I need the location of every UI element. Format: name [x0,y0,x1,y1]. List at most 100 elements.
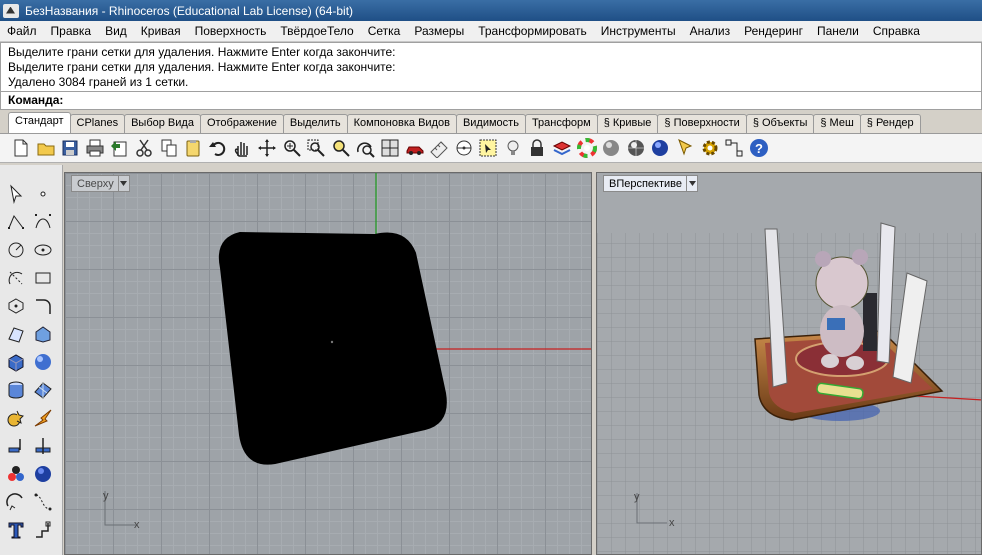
curve-cv-icon[interactable] [32,211,54,233]
tab-display[interactable]: Отображение [199,114,284,133]
blue-sphere-icon[interactable] [649,137,671,159]
menu-panels[interactable]: Панели [810,21,866,41]
snap-grid-icon[interactable] [723,137,745,159]
split-icon[interactable] [32,435,54,457]
text-object-icon[interactable] [5,519,27,541]
tab-set-view[interactable]: Выбор Вида [124,114,201,133]
ellipse-icon[interactable] [32,239,54,261]
settings-gear-icon[interactable] [699,137,721,159]
boolean-union-icon[interactable] [5,407,27,429]
box-icon[interactable] [5,351,27,373]
cut-icon[interactable] [133,137,155,159]
menu-surface[interactable]: Поверхность [188,21,274,41]
tab-render[interactable]: § Рендер [859,114,921,133]
viewport-label-perspective[interactable]: ВПерспективе [603,175,699,192]
circle-icon[interactable] [5,239,27,261]
tab-viewport-layout[interactable]: Компоновка Видов [346,114,457,133]
group-objects-icon[interactable] [5,463,27,485]
save-icon[interactable] [59,137,81,159]
menu-curve[interactable]: Кривая [134,21,188,41]
gumball-icon[interactable] [674,137,696,159]
tab-mesh[interactable]: § Меш [813,114,861,133]
tab-transform[interactable]: Трансформ [524,114,598,133]
select-icon[interactable] [477,137,499,159]
menu-edit[interactable]: Правка [44,21,99,41]
zoom-selected-icon[interactable] [354,137,376,159]
new-icon[interactable] [10,137,32,159]
command-history-line: Выделите грани сетки для удаления. Нажми… [8,45,396,59]
layer-icon[interactable] [551,137,573,159]
axis-widget-top [104,491,137,526]
axis-widget-label-y: y [634,491,640,503]
help-icon[interactable]: ? [748,137,770,159]
copy-icon[interactable] [158,137,180,159]
tab-curves[interactable]: § Кривые [596,114,659,133]
pan-hand-icon[interactable] [231,137,253,159]
blend-curve-icon[interactable] [32,491,54,513]
mesh-object-top[interactable] [218,231,447,465]
perspective-viewport[interactable]: y x ВПерспективе [596,172,982,555]
command-history: Выделите грани сетки для удаления. Нажми… [0,42,982,92]
measure-icon[interactable] [428,137,450,159]
rectangle-icon[interactable] [32,267,54,289]
print-icon[interactable] [84,137,106,159]
point-icon[interactable] [32,183,54,205]
tab-standard[interactable]: Стандарт [8,112,71,133]
menu-analyze[interactable]: Анализ [683,21,738,41]
tab-surfaces[interactable]: § Поверхности [657,114,747,133]
rotate-camera-icon[interactable] [379,137,401,159]
open-icon[interactable] [35,137,57,159]
left-tool-panel [0,165,63,555]
undo-icon[interactable] [207,137,229,159]
menu-dimension[interactable]: Размеры [407,21,471,41]
fillet-curve-icon[interactable] [32,295,54,317]
top-viewport[interactable]: y x Сверху [64,172,592,555]
cylinder-icon[interactable] [5,379,27,401]
rendered-sphere-icon[interactable] [625,137,647,159]
lock-icon[interactable] [526,137,548,159]
lightning-icon[interactable] [32,407,54,429]
surface-points-icon[interactable] [5,323,27,345]
tab-cplanes[interactable]: CPlanes [69,114,126,133]
arc-icon[interactable] [5,267,27,289]
menu-render[interactable]: Рендеринг [737,21,810,41]
menu-tools[interactable]: Инструменты [594,21,683,41]
sphere-network-icon[interactable] [32,463,54,485]
chevron-down-icon[interactable] [117,176,129,191]
menu-view[interactable]: Вид [98,21,134,41]
zoom-window-icon[interactable] [305,137,327,159]
rotate-view-icon[interactable] [256,137,278,159]
menu-file[interactable]: Файл [0,21,44,41]
paste-icon[interactable] [182,137,204,159]
menu-solid[interactable]: ТвёрдоеТело [273,21,360,41]
move-icon[interactable] [5,435,27,457]
chevron-down-icon[interactable] [686,176,697,191]
menu-help[interactable]: Справка [866,21,927,41]
tab-solids[interactable]: § Объекты [745,114,815,133]
viewport-label-top[interactable]: Сверху [71,175,130,192]
menu-mesh[interactable]: Сетка [361,21,408,41]
dimension-icon[interactable] [32,519,54,541]
menu-transform[interactable]: Трансформировать [471,21,594,41]
point-filter-icon[interactable] [453,137,475,159]
select-arrow-icon[interactable] [5,183,27,205]
polygon-icon[interactable] [5,295,27,317]
polyline-icon[interactable] [5,211,27,233]
axis-widget-label-x: x [134,519,140,531]
zoom-extents-icon[interactable] [330,137,352,159]
zoom-dynamic-icon[interactable] [281,137,303,159]
car-icon[interactable] [404,137,426,159]
import-icon[interactable] [108,137,130,159]
shaded-sphere-icon[interactable] [600,137,622,159]
mesh-icon[interactable] [32,379,54,401]
command-history-line: Выделите грани сетки для удаления. Нажми… [8,60,396,74]
tab-visibility[interactable]: Видимость [455,114,526,133]
offset-curve-icon[interactable] [5,491,27,513]
extrude-curve-icon[interactable] [32,323,54,345]
title-bar: БезНазвания - Rhinoceros (Educational La… [0,0,982,21]
light-bulb-icon[interactable] [502,137,524,159]
color-wheel-icon[interactable] [576,137,598,159]
sphere-icon[interactable] [32,351,54,373]
tab-select[interactable]: Выделить [282,114,348,133]
command-line-input[interactable]: Команда: [0,92,982,110]
